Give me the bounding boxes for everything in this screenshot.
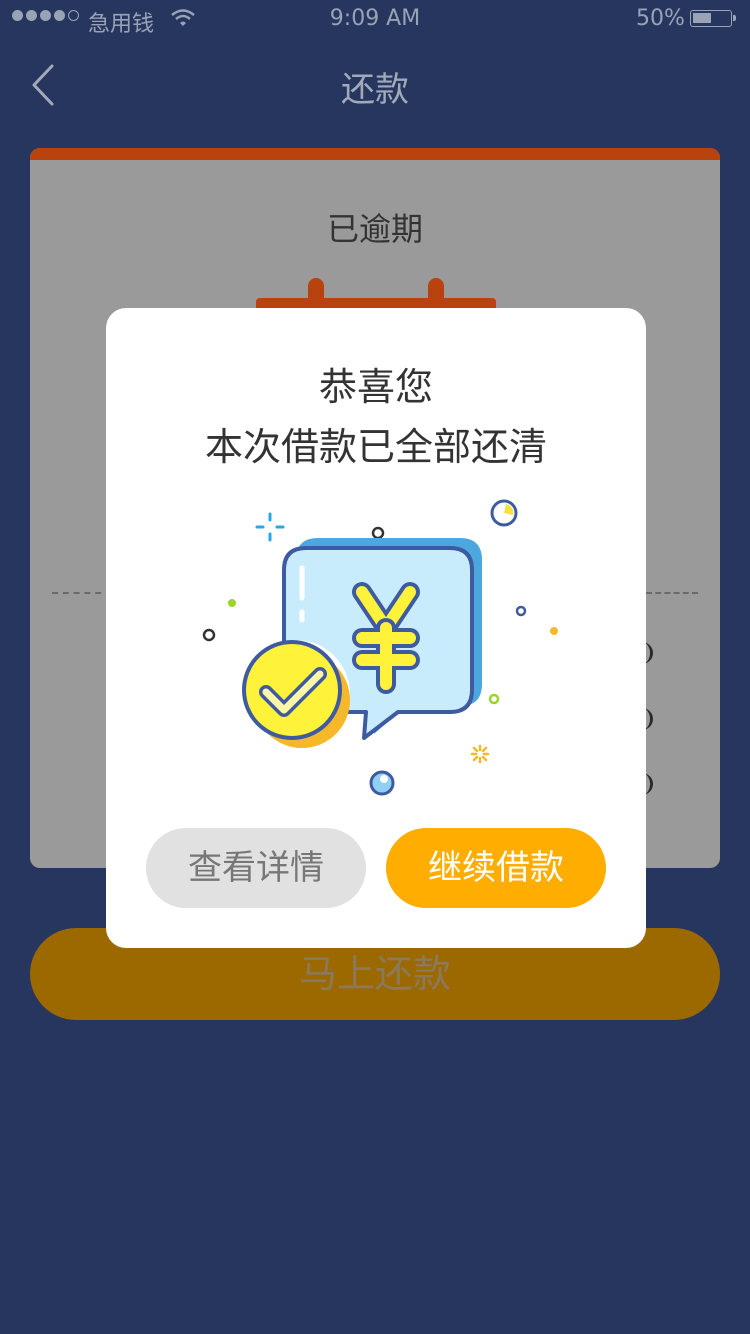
overdue-status-label: 已逾期 bbox=[326, 210, 423, 248]
yuan-chat-bubble-with-check-coin-icon bbox=[202, 499, 558, 796]
dialog-message: 本次借款已全部还清 bbox=[204, 425, 547, 469]
navigation-bar: 还款 bbox=[0, 40, 750, 128]
divider bbox=[646, 592, 698, 594]
battery-icon bbox=[690, 10, 736, 27]
status-bar: 急用钱 9:09 AM 50% bbox=[0, 0, 750, 40]
continue-borrowing-button[interactable]: 继续借款 bbox=[386, 828, 606, 908]
repayment-success-dialog: 恭喜您 本次借款已全部还清 查看详情 继续借款 bbox=[106, 308, 646, 948]
page-title: 还款 bbox=[341, 70, 409, 110]
view-details-button[interactable]: 查看详情 bbox=[146, 828, 366, 908]
battery-percentage: 50% bbox=[636, 6, 685, 31]
dialog-title: 恭喜您 bbox=[318, 365, 433, 409]
divider bbox=[52, 592, 112, 594]
card-accent-strip bbox=[30, 148, 720, 160]
